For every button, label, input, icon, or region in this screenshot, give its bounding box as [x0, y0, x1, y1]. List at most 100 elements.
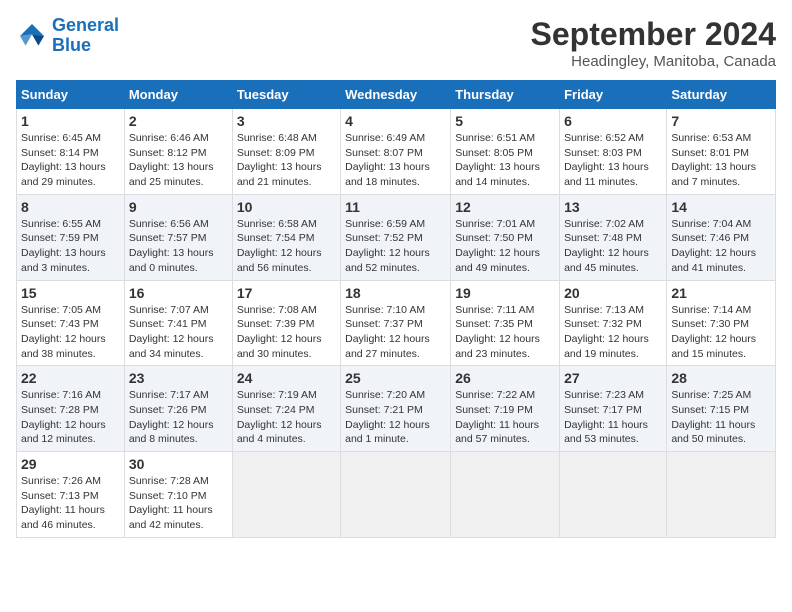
daylight-text: Daylight: 12 hours and 49 minutes. [455, 246, 555, 275]
calendar-header-row: SundayMondayTuesdayWednesdayThursdayFrid… [17, 81, 776, 109]
daylight-text: Daylight: 12 hours and 4 minutes. [237, 418, 336, 447]
header-saturday: Saturday [667, 81, 776, 109]
sunrise-text: Sunrise: 7:17 AM [129, 388, 228, 403]
day-info: Sunrise: 7:05 AM Sunset: 7:43 PM Dayligh… [21, 303, 120, 362]
day-number: 5 [455, 113, 555, 129]
sunrise-text: Sunrise: 6:49 AM [345, 131, 446, 146]
daylight-text: Daylight: 12 hours and 19 minutes. [564, 332, 662, 361]
calendar-cell: 2 Sunrise: 6:46 AM Sunset: 8:12 PM Dayli… [124, 109, 232, 195]
sunrise-text: Sunrise: 7:16 AM [21, 388, 120, 403]
location-title: Headingley, Manitoba, Canada [531, 53, 776, 70]
calendar-cell: 4 Sunrise: 6:49 AM Sunset: 8:07 PM Dayli… [341, 109, 451, 195]
day-info: Sunrise: 7:23 AM Sunset: 7:17 PM Dayligh… [564, 388, 662, 447]
daylight-text: Daylight: 11 hours and 53 minutes. [564, 418, 662, 447]
sunrise-text: Sunrise: 6:48 AM [237, 131, 336, 146]
daylight-text: Daylight: 11 hours and 57 minutes. [455, 418, 555, 447]
sunrise-text: Sunrise: 7:25 AM [671, 388, 771, 403]
logo-icon [16, 20, 48, 52]
calendar-cell: 22 Sunrise: 7:16 AM Sunset: 7:28 PM Dayl… [17, 366, 125, 452]
day-number: 24 [237, 370, 336, 386]
day-info: Sunrise: 7:17 AM Sunset: 7:26 PM Dayligh… [129, 388, 228, 447]
day-info: Sunrise: 7:10 AM Sunset: 7:37 PM Dayligh… [345, 303, 446, 362]
day-info: Sunrise: 6:52 AM Sunset: 8:03 PM Dayligh… [564, 131, 662, 190]
sunset-text: Sunset: 7:50 PM [455, 231, 555, 246]
daylight-text: Daylight: 12 hours and 1 minute. [345, 418, 446, 447]
sunrise-text: Sunrise: 6:52 AM [564, 131, 662, 146]
daylight-text: Daylight: 11 hours and 50 minutes. [671, 418, 771, 447]
day-number: 11 [345, 199, 446, 215]
calendar-cell: 14 Sunrise: 7:04 AM Sunset: 7:46 PM Dayl… [667, 194, 776, 280]
calendar-cell [451, 452, 560, 538]
daylight-text: Daylight: 12 hours and 45 minutes. [564, 246, 662, 275]
sunset-text: Sunset: 8:05 PM [455, 146, 555, 161]
day-info: Sunrise: 7:13 AM Sunset: 7:32 PM Dayligh… [564, 303, 662, 362]
sunset-text: Sunset: 7:52 PM [345, 231, 446, 246]
sunset-text: Sunset: 7:35 PM [455, 317, 555, 332]
day-number: 19 [455, 285, 555, 301]
day-number: 12 [455, 199, 555, 215]
day-info: Sunrise: 7:07 AM Sunset: 7:41 PM Dayligh… [129, 303, 228, 362]
sunset-text: Sunset: 7:39 PM [237, 317, 336, 332]
calendar-cell: 6 Sunrise: 6:52 AM Sunset: 8:03 PM Dayli… [560, 109, 667, 195]
calendar-cell: 8 Sunrise: 6:55 AM Sunset: 7:59 PM Dayli… [17, 194, 125, 280]
day-number: 6 [564, 113, 662, 129]
sunrise-text: Sunrise: 7:13 AM [564, 303, 662, 318]
calendar-cell: 11 Sunrise: 6:59 AM Sunset: 7:52 PM Dayl… [341, 194, 451, 280]
day-info: Sunrise: 7:08 AM Sunset: 7:39 PM Dayligh… [237, 303, 336, 362]
daylight-text: Daylight: 12 hours and 34 minutes. [129, 332, 228, 361]
sunrise-text: Sunrise: 6:46 AM [129, 131, 228, 146]
header-friday: Friday [560, 81, 667, 109]
sunrise-text: Sunrise: 7:14 AM [671, 303, 771, 318]
day-number: 4 [345, 113, 446, 129]
day-number: 20 [564, 285, 662, 301]
sunrise-text: Sunrise: 7:20 AM [345, 388, 446, 403]
day-info: Sunrise: 7:02 AM Sunset: 7:48 PM Dayligh… [564, 217, 662, 276]
daylight-text: Daylight: 13 hours and 7 minutes. [671, 160, 771, 189]
day-number: 15 [21, 285, 120, 301]
day-number: 7 [671, 113, 771, 129]
day-number: 22 [21, 370, 120, 386]
calendar-cell: 12 Sunrise: 7:01 AM Sunset: 7:50 PM Dayl… [451, 194, 560, 280]
sunset-text: Sunset: 7:28 PM [21, 403, 120, 418]
calendar-cell [232, 452, 340, 538]
calendar-cell [341, 452, 451, 538]
sunset-text: Sunset: 7:17 PM [564, 403, 662, 418]
sunset-text: Sunset: 8:12 PM [129, 146, 228, 161]
calendar-cell: 25 Sunrise: 7:20 AM Sunset: 7:21 PM Dayl… [341, 366, 451, 452]
day-info: Sunrise: 7:22 AM Sunset: 7:19 PM Dayligh… [455, 388, 555, 447]
calendar-cell [667, 452, 776, 538]
sunrise-text: Sunrise: 7:26 AM [21, 474, 120, 489]
calendar-cell: 26 Sunrise: 7:22 AM Sunset: 7:19 PM Dayl… [451, 366, 560, 452]
sunset-text: Sunset: 7:21 PM [345, 403, 446, 418]
day-info: Sunrise: 6:56 AM Sunset: 7:57 PM Dayligh… [129, 217, 228, 276]
calendar-cell: 21 Sunrise: 7:14 AM Sunset: 7:30 PM Dayl… [667, 280, 776, 366]
sunset-text: Sunset: 7:26 PM [129, 403, 228, 418]
sunrise-text: Sunrise: 7:11 AM [455, 303, 555, 318]
daylight-text: Daylight: 13 hours and 21 minutes. [237, 160, 336, 189]
sunrise-text: Sunrise: 7:22 AM [455, 388, 555, 403]
sunset-text: Sunset: 8:14 PM [21, 146, 120, 161]
day-number: 3 [237, 113, 336, 129]
sunset-text: Sunset: 7:30 PM [671, 317, 771, 332]
day-number: 23 [129, 370, 228, 386]
day-number: 29 [21, 456, 120, 472]
calendar-cell: 7 Sunrise: 6:53 AM Sunset: 8:01 PM Dayli… [667, 109, 776, 195]
day-info: Sunrise: 6:46 AM Sunset: 8:12 PM Dayligh… [129, 131, 228, 190]
sunset-text: Sunset: 7:19 PM [455, 403, 555, 418]
day-number: 27 [564, 370, 662, 386]
header-wednesday: Wednesday [341, 81, 451, 109]
sunset-text: Sunset: 7:32 PM [564, 317, 662, 332]
day-info: Sunrise: 7:19 AM Sunset: 7:24 PM Dayligh… [237, 388, 336, 447]
calendar-cell: 10 Sunrise: 6:58 AM Sunset: 7:54 PM Dayl… [232, 194, 340, 280]
day-number: 16 [129, 285, 228, 301]
sunrise-text: Sunrise: 7:08 AM [237, 303, 336, 318]
day-info: Sunrise: 7:28 AM Sunset: 7:10 PM Dayligh… [129, 474, 228, 533]
sunrise-text: Sunrise: 7:19 AM [237, 388, 336, 403]
sunrise-text: Sunrise: 6:53 AM [671, 131, 771, 146]
month-title: September 2024 [531, 16, 776, 53]
daylight-text: Daylight: 13 hours and 3 minutes. [21, 246, 120, 275]
daylight-text: Daylight: 12 hours and 12 minutes. [21, 418, 120, 447]
calendar-week-row: 22 Sunrise: 7:16 AM Sunset: 7:28 PM Dayl… [17, 366, 776, 452]
calendar-cell: 9 Sunrise: 6:56 AM Sunset: 7:57 PM Dayli… [124, 194, 232, 280]
sunrise-text: Sunrise: 7:01 AM [455, 217, 555, 232]
